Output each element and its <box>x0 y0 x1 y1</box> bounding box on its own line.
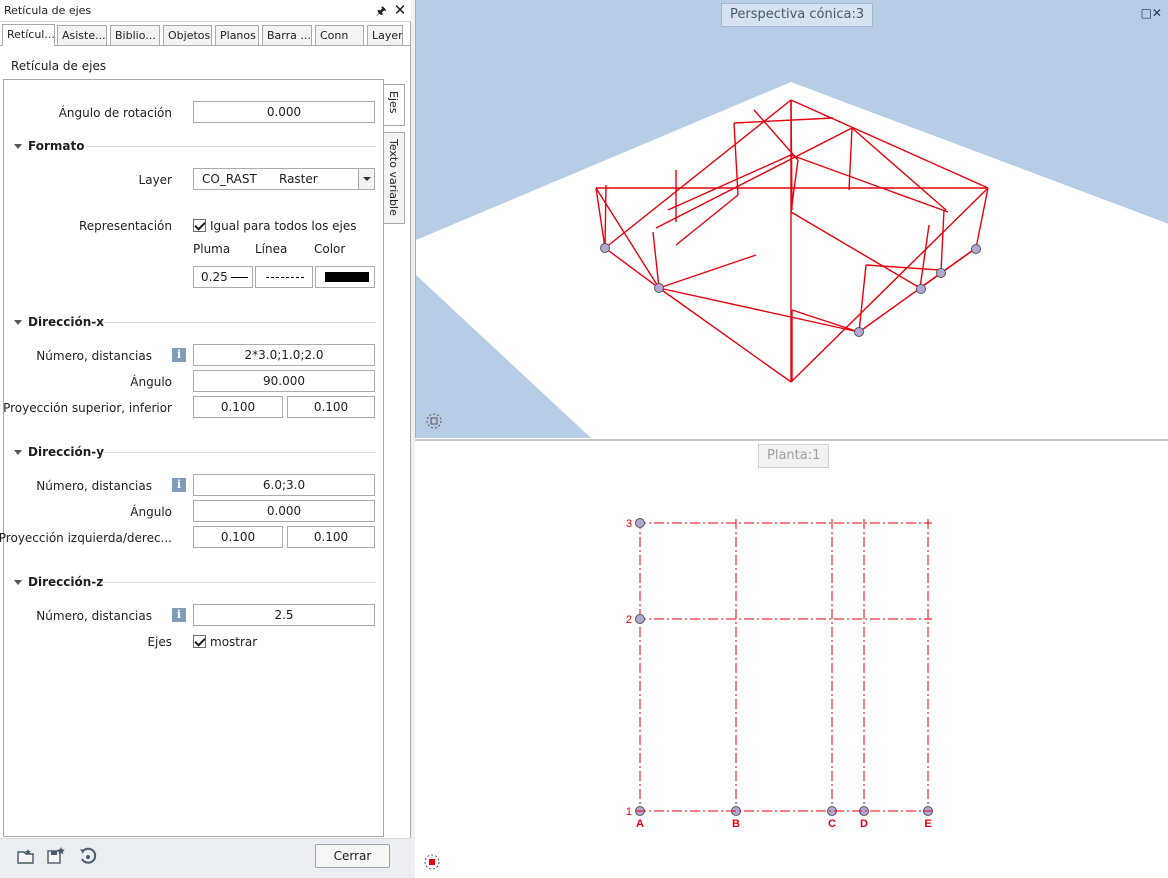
tab-reticula[interactable]: Retícul... <box>2 24 55 46</box>
x-angle-label: Ángulo <box>130 375 172 389</box>
close-icon[interactable]: ✕ <box>392 1 408 19</box>
viewports: Perspectiva cónica:3 □✕ A B C D E 1 2 3 Planta:… <box>415 0 1168 878</box>
rotation-label: Ángulo de rotación <box>58 106 172 120</box>
plan-axis-label-y: 3 <box>626 518 632 530</box>
x-projection-bottom-input[interactable]: 0.100 <box>287 396 375 418</box>
color-swatch <box>325 272 369 282</box>
dir-x-header[interactable]: Dirección-x <box>14 315 104 329</box>
dir-y-header[interactable]: Dirección-y <box>14 445 104 459</box>
col-color: Color <box>314 242 346 256</box>
y-distances-input[interactable]: 6.0;3.0 <box>193 474 375 496</box>
z-number-label: Número, distancias <box>36 609 152 623</box>
tab-planos[interactable]: Planos <box>215 25 259 45</box>
plan-axis-label-x: E <box>924 818 931 830</box>
plan-axis-node <box>635 518 645 528</box>
plan-axis-label-x: C <box>828 818 836 830</box>
plan-axis-label-y: 1 <box>626 806 632 818</box>
palette-title: Retícula de ejes <box>4 4 92 17</box>
y-projection-left-input[interactable]: 0.100 <box>193 526 283 548</box>
plan-navigation-icon[interactable] <box>423 853 441 871</box>
palette-titlebar: Retícula de ejes 🖈 ✕ <box>0 0 411 22</box>
tab-conn[interactable]: Conn <box>315 25 364 45</box>
axis-node-3d <box>600 243 610 253</box>
x-projection-top-input[interactable]: 0.100 <box>193 396 283 418</box>
dir-z-header[interactable]: Dirección-z <box>14 575 103 589</box>
plan-axis-label-x: D <box>860 818 868 830</box>
perspective-view[interactable]: Perspectiva cónica:3 □✕ <box>415 0 1168 438</box>
pin-icon[interactable]: 🖈 <box>374 2 388 18</box>
axis-node-3d <box>936 268 946 278</box>
y-angle-label: Ángulo <box>130 505 172 519</box>
grid-plan <box>635 518 933 816</box>
tab-objetos[interactable]: Objetos <box>163 25 212 45</box>
y-projection-label: Proyección izquierda/derec... <box>0 531 172 545</box>
tab-barra[interactable]: Barra ... <box>262 25 312 45</box>
same-for-all-checkbox[interactable] <box>193 219 206 232</box>
grid-3d-line <box>790 99 793 211</box>
layer-label: Layer <box>138 173 172 187</box>
tab-layer[interactable]: Layer <box>367 25 403 45</box>
y-number-label: Número, distancias <box>36 479 152 493</box>
plan-axis-label-y: 2 <box>626 614 632 626</box>
navigation-icon[interactable] <box>425 412 443 430</box>
reset-icon[interactable] <box>78 846 98 866</box>
side-tab-ejes[interactable]: Ejes <box>383 84 405 126</box>
chevron-down-icon[interactable] <box>358 169 374 189</box>
grid-3d-line <box>604 184 607 249</box>
palette-tabs: Retícul... Asiste... Biblio... Objetos P… <box>0 24 411 46</box>
z-distances-input[interactable]: 2.5 <box>193 604 375 626</box>
x-number-label: Número, distancias <box>36 349 152 363</box>
plan-axis-label-x: A <box>636 818 644 830</box>
close-button[interactable]: Cerrar <box>315 844 390 868</box>
axes-label: Ejes <box>147 635 172 649</box>
x-angle-input[interactable]: 90.000 <box>193 370 375 392</box>
x-distances-input[interactable]: 2*3.0;1.0;2.0 <box>193 344 375 366</box>
plan-view[interactable]: A B C D E 1 2 3 Planta:1 <box>415 439 1168 878</box>
formato-header[interactable]: Formato <box>14 139 84 153</box>
section-title: Retícula de ejes <box>11 59 107 73</box>
color-button[interactable] <box>315 266 375 288</box>
maximize-close-icons[interactable]: □✕ <box>1141 6 1162 20</box>
axis-node-3d <box>854 327 864 337</box>
y-projection-right-input[interactable]: 0.100 <box>287 526 375 548</box>
tab-asistentes[interactable]: Asiste... <box>57 25 107 45</box>
same-for-all-label: Igual para todos los ejes <box>210 219 357 233</box>
pen-button[interactable]: 0.25 <box>193 266 253 288</box>
plan-axis-label-x: B <box>732 818 740 830</box>
axis-node-3d <box>916 284 926 294</box>
plan-axis-node <box>635 614 645 624</box>
save-favorite-icon[interactable] <box>46 846 66 866</box>
col-linea: Línea <box>255 242 288 256</box>
show-axes-checkbox[interactable] <box>193 635 206 648</box>
x-info-icon[interactable]: i <box>172 348 186 362</box>
axis-node-3d <box>971 244 981 254</box>
x-projection-label: Proyección superior, inferior <box>3 401 172 415</box>
linetype-button[interactable] <box>255 266 313 288</box>
perspective-canvas[interactable] <box>416 0 1168 438</box>
grid-palette: Retícula de ejes 🖈 ✕ Retícul... Asiste..… <box>0 0 411 878</box>
representation-label: Representación <box>78 219 172 233</box>
y-angle-input[interactable]: 0.000 <box>193 500 375 522</box>
perspective-view-label[interactable]: Perspectiva cónica:3 <box>721 3 874 27</box>
z-info-icon[interactable]: i <box>172 608 186 622</box>
col-pluma: Pluma <box>193 242 231 256</box>
plan-view-label[interactable]: Planta:1 <box>758 444 830 468</box>
rotation-input[interactable]: 0.000 <box>193 101 375 123</box>
plan-canvas[interactable]: A B C D E 1 2 3 <box>415 441 1168 878</box>
tab-biblioteca[interactable]: Biblio... <box>110 25 160 45</box>
show-axes-label: mostrar <box>210 635 258 649</box>
y-info-icon[interactable]: i <box>172 478 186 492</box>
axis-node-3d <box>654 283 664 293</box>
side-tab-texto-variable[interactable]: Texto variable <box>383 132 405 224</box>
open-folder-icon[interactable] <box>16 846 36 866</box>
layer-select[interactable]: CO_RAST Raster <box>193 168 375 190</box>
